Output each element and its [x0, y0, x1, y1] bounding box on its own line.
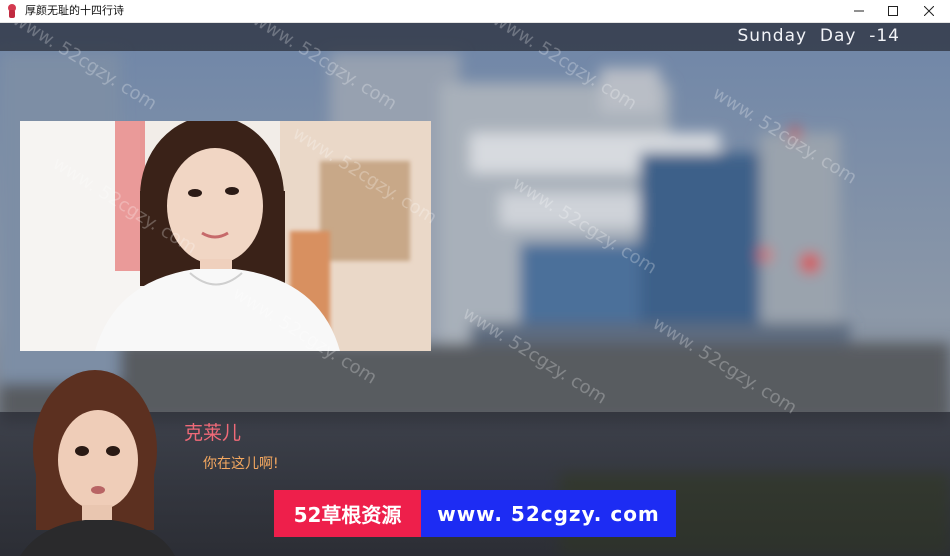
window-titlebar: 厚颜无耻的十四行诗: [0, 0, 950, 23]
day-indicator: Sunday Day -14: [737, 26, 900, 46]
speaker-portrait: [20, 370, 175, 556]
banner-site-url: www. 52cgzy. com: [421, 490, 676, 537]
hud-topbar: Sunday Day -14: [0, 23, 950, 51]
character-photo: [20, 121, 431, 351]
minimize-icon: [854, 10, 864, 12]
speaker-name: 克莱儿: [184, 422, 242, 444]
window-title: 厚颜无耻的十四行诗: [25, 4, 124, 17]
dialogue-text: 你在这儿啊!: [203, 456, 279, 472]
minimize-button[interactable]: [841, 0, 877, 22]
app-icon: [8, 4, 16, 18]
close-icon: [924, 6, 934, 16]
banner-site-name: 52草根资源: [274, 490, 421, 537]
maximize-icon: [888, 6, 898, 16]
game-viewport[interactable]: Sunday Day -14 克莱儿 你在这儿啊! 52草根资源 www. 52…: [0, 23, 950, 556]
maximize-button[interactable]: [875, 0, 911, 22]
close-button[interactable]: [911, 0, 947, 22]
